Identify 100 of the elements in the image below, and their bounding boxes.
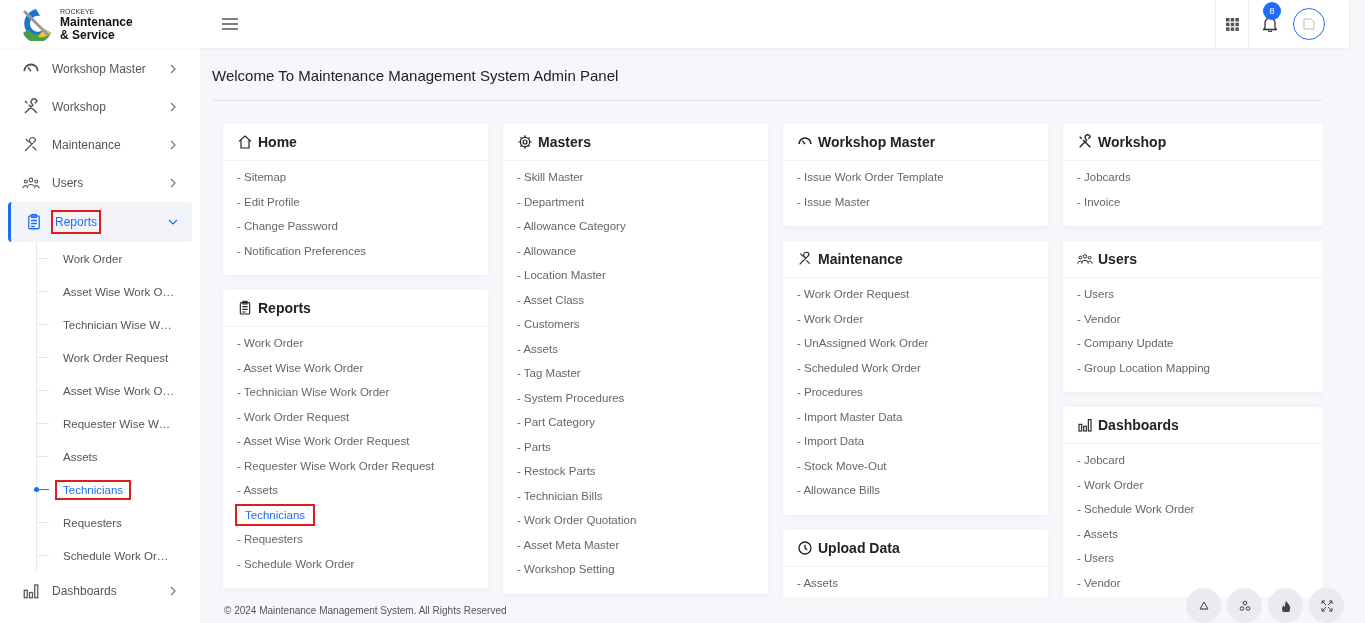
- menu-link[interactable]: - Schedule Work Order: [237, 555, 355, 572]
- menu-link[interactable]: Technicians: [238, 506, 313, 523]
- menu-link[interactable]: - Users: [1077, 550, 1115, 567]
- menu-link[interactable]: - Technician Bills: [517, 487, 603, 504]
- menu-link[interactable]: - Issue Master: [797, 193, 870, 210]
- menu-link[interactable]: - Assets: [1077, 525, 1118, 542]
- clipboard-icon: [237, 300, 253, 316]
- menu-link[interactable]: - Location Master: [517, 267, 606, 284]
- menu-link[interactable]: - Invoice: [1077, 193, 1121, 210]
- menu-link[interactable]: - Workshop Setting: [517, 561, 615, 578]
- card-title: Upload Data: [818, 539, 900, 556]
- card-title: Users: [1098, 251, 1137, 267]
- submenu-item[interactable]: Work Order Request: [57, 349, 175, 366]
- menu-link[interactable]: - System Procedures: [517, 389, 625, 406]
- apps-grid-icon[interactable]: [1225, 17, 1239, 31]
- card-title: Maintenance: [818, 251, 903, 267]
- recycle-icon: [1197, 599, 1210, 612]
- submenu-item[interactable]: Requester Wise W…: [57, 415, 177, 432]
- card-title: Dashboards: [1098, 417, 1179, 433]
- menu-link[interactable]: - Tag Master: [517, 365, 581, 382]
- menu-link[interactable]: - Procedures: [797, 384, 863, 401]
- menu-link[interactable]: - Jobcards: [1077, 169, 1131, 186]
- menu-link[interactable]: - Technician Wise Work Order: [237, 384, 390, 401]
- menu-link[interactable]: - Vendor: [1077, 574, 1121, 591]
- bell-icon[interactable]: [1263, 16, 1277, 32]
- card-title: Reports: [258, 300, 311, 316]
- home-icon: [237, 134, 253, 150]
- menu-link[interactable]: - Asset Wise Work Order: [237, 359, 364, 376]
- submenu-item[interactable]: Technicians: [57, 481, 130, 498]
- menu-link[interactable]: - Allowance Bills: [797, 482, 881, 499]
- expand-icon: [1320, 599, 1333, 612]
- menu-link[interactable]: - Asset Wise Work Order Request: [237, 433, 410, 450]
- menu-link[interactable]: - Change Password: [237, 218, 338, 235]
- menu-link[interactable]: - Jobcard: [1077, 452, 1125, 469]
- menu-link[interactable]: - Part Category: [517, 414, 595, 431]
- flame-button[interactable]: [1268, 588, 1303, 623]
- menu-link[interactable]: - Allowance Category: [517, 218, 626, 235]
- menu-link[interactable]: - UnAssigned Work Order: [797, 335, 929, 352]
- submenu-item[interactable]: Schedule Work Or…: [57, 547, 175, 564]
- card-title: Home: [258, 134, 297, 150]
- card-title: Masters: [538, 134, 591, 150]
- clock-icon: [797, 539, 813, 556]
- sidebar-item[interactable]: Reports: [8, 202, 192, 242]
- page-title: Welcome To Maintenance Management System Admin Panel: [212, 48, 1322, 101]
- menu-link[interactable]: - Asset Meta Master: [517, 536, 620, 553]
- menu-link[interactable]: - Work Order Request: [237, 408, 350, 425]
- expand-button[interactable]: [1309, 588, 1344, 623]
- menu-link[interactable]: - Assets: [237, 482, 278, 499]
- menu-link[interactable]: - Notification Preferences: [237, 242, 367, 259]
- menu-link[interactable]: - Requesters: [237, 531, 303, 548]
- sidebar-item[interactable]: Maintenance: [8, 126, 192, 164]
- broken-image-icon: [1303, 18, 1315, 30]
- menu-link[interactable]: - Skill Master: [517, 169, 584, 186]
- menu-icon[interactable]: [222, 18, 238, 30]
- menu-link[interactable]: - Company Update: [1077, 335, 1174, 352]
- sidebar-item[interactable]: Workshop: [8, 88, 192, 126]
- menu-link[interactable]: - Edit Profile: [237, 193, 300, 210]
- tools-icon: [797, 251, 813, 267]
- menu-link[interactable]: - Work Order Quotation: [517, 512, 637, 529]
- submenu-item[interactable]: Asset Wise Work O…: [57, 283, 180, 300]
- tools-icon: [22, 98, 40, 116]
- menu-link[interactable]: - Asset Class: [517, 291, 585, 308]
- menu-link[interactable]: - Work Order: [237, 335, 304, 352]
- menu-link[interactable]: - Issue Work Order Template: [797, 169, 944, 186]
- submenu-item[interactable]: Asset Wise Work O…: [57, 382, 180, 399]
- menu-link[interactable]: - Group Location Mapping: [1077, 359, 1210, 376]
- submenu-item[interactable]: Requesters: [57, 514, 128, 531]
- card-title: Workshop: [1098, 134, 1167, 150]
- menu-link[interactable]: - Requester Wise Work Order Request: [237, 457, 435, 474]
- submenu-item[interactable]: Technician Wise W…: [57, 316, 178, 333]
- menu-link[interactable]: - Vendor: [1077, 310, 1121, 327]
- menu-link[interactable]: - Work Order Request: [797, 286, 910, 303]
- menu-link[interactable]: - Work Order: [1077, 476, 1144, 493]
- menu-link[interactable]: - Work Order: [797, 310, 864, 327]
- circles-icon: [1238, 599, 1251, 612]
- submenu-item[interactable]: Assets: [57, 448, 104, 465]
- menu-link[interactable]: - Assets: [517, 340, 558, 357]
- menu-link[interactable]: - Stock Move-Out: [797, 457, 887, 474]
- menu-link[interactable]: - Parts: [517, 438, 551, 455]
- sidebar-item[interactable]: Users: [8, 164, 192, 202]
- card-title: Workshop Master: [818, 134, 936, 150]
- submenu-item[interactable]: Work Order: [57, 250, 129, 267]
- menu-link[interactable]: - Import Data: [797, 433, 865, 450]
- menu-link[interactable]: - Department: [517, 193, 585, 210]
- menu-link[interactable]: - Scheduled Work Order: [797, 359, 921, 376]
- menu-link[interactable]: - Schedule Work Order: [1077, 501, 1195, 518]
- menu-link[interactable]: - Users: [1077, 286, 1115, 303]
- circles-button[interactable]: [1227, 588, 1262, 623]
- menu-link[interactable]: - Import Master Data: [797, 408, 903, 425]
- users-icon: [1077, 251, 1093, 267]
- recycle-button[interactable]: [1186, 588, 1221, 623]
- menu-link[interactable]: - Allowance: [517, 242, 576, 259]
- sidebar-item[interactable]: Workshop Master: [8, 50, 192, 88]
- menu-link[interactable]: - Restock Parts: [517, 463, 596, 480]
- menu-link[interactable]: - Customers: [517, 316, 580, 333]
- bar-chart-icon: [1077, 417, 1093, 433]
- copyright-text: © 2024 Maintenance Management System. All Rights Reserved: [224, 604, 507, 616]
- menu-link[interactable]: - Assets: [797, 574, 838, 591]
- menu-link[interactable]: - Sitemap: [237, 169, 287, 186]
- sidebar-item[interactable]: Dashboards: [8, 572, 192, 610]
